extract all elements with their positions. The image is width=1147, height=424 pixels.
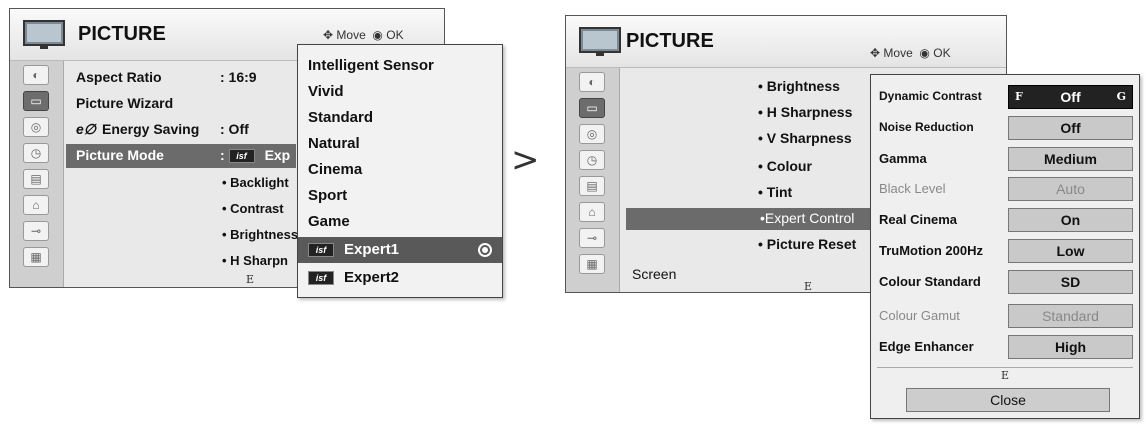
left-arrow-icon[interactable]: F	[1015, 86, 1023, 108]
menu-item-picture-wizard[interactable]: Picture Wizard	[76, 95, 173, 111]
exit-marker: E	[246, 273, 255, 286]
gamma-control[interactable]: Medium	[1008, 147, 1133, 171]
dynamic-contrast-control[interactable]: F Off G	[1008, 85, 1133, 109]
dynamic-contrast-label: Dynamic Contrast	[879, 89, 982, 103]
energy-saving-icon: e∅	[76, 121, 96, 137]
clock-icon[interactable]: ◷	[23, 143, 49, 163]
menu-item-picture-mode[interactable]: Picture Mode	[76, 147, 164, 163]
move-arrows-icon: ✥	[870, 46, 881, 60]
edge-enhancer-label: Edge Enhancer	[879, 339, 974, 354]
real-cinema-control[interactable]: On	[1008, 208, 1133, 232]
media-clapper-icon[interactable]: ▦	[23, 247, 49, 267]
lock-icon[interactable]: ⌂	[579, 202, 605, 222]
gamma-label: Gamma	[879, 151, 927, 166]
lock-icon[interactable]: ⌂	[23, 195, 49, 215]
option-game[interactable]: Game	[308, 213, 350, 230]
trumotion-label: TruMotion 200Hz	[879, 243, 984, 258]
page-title: PICTURE	[626, 30, 714, 52]
sub-item-h-sharpness[interactable]: • H Sharpn	[222, 253, 288, 268]
exit-marker: E	[804, 280, 813, 293]
menu-item-brightness[interactable]: • Brightness	[758, 78, 840, 94]
isf-icon: isf	[308, 243, 334, 258]
option-sport[interactable]: Sport	[308, 187, 347, 204]
exit-marker: E	[1001, 369, 1010, 382]
right-menu-header: PICTURE ✥ Move ◉ OK	[566, 16, 1006, 68]
menu-item-colour[interactable]: • Colour	[758, 158, 812, 174]
selected-radio-icon	[478, 243, 492, 257]
speaker-icon[interactable]: ◎	[23, 117, 49, 137]
move-hint: ✥ Move ◉ OK	[870, 46, 951, 60]
close-button[interactable]: Close	[906, 388, 1110, 412]
options-icon[interactable]: ▤	[23, 169, 49, 189]
picture-category-icon[interactable]: ▭	[23, 91, 49, 111]
noise-reduction-control[interactable]: Off	[1008, 116, 1133, 140]
option-intelligent-sensor[interactable]: Intelligent Sensor	[308, 57, 434, 74]
tv-icon	[23, 20, 65, 49]
real-cinema-label: Real Cinema	[879, 212, 958, 227]
input-plug-icon[interactable]: ⊸	[579, 228, 605, 248]
page-title: PICTURE	[78, 23, 166, 45]
colour-standard-control[interactable]: SD	[1008, 270, 1133, 294]
noise-reduction-label: Noise Reduction	[879, 120, 974, 134]
transition-arrow-icon: >	[511, 140, 540, 180]
option-expert2[interactable]: isf Expert2	[308, 269, 399, 286]
speaker-icon[interactable]: ◎	[579, 124, 605, 144]
option-vivid[interactable]: Vivid	[308, 83, 344, 100]
trumotion-control[interactable]: Low	[1008, 239, 1133, 263]
media-clapper-icon[interactable]: ▦	[579, 254, 605, 274]
move-arrows-icon: ✥	[323, 28, 334, 42]
option-expert1[interactable]: isf Expert1	[308, 241, 399, 258]
option-cinema[interactable]: Cinema	[308, 161, 362, 178]
black-level-control: Auto	[1008, 177, 1133, 201]
tv-icon	[579, 27, 621, 56]
picture-category-icon[interactable]: ▭	[579, 98, 605, 118]
panel-divider	[877, 367, 1133, 368]
colour-gamut-control: Standard	[1008, 304, 1133, 328]
isf-icon: isf	[228, 149, 255, 164]
category-sidebar: ◐ ▭ ◎ ◷ ▤ ⌂ ⊸ ▦	[566, 68, 620, 292]
isf-icon: isf	[308, 271, 334, 286]
move-hint: ✥ Move ◉ OK	[323, 28, 404, 42]
ok-icon: ◉	[372, 28, 383, 42]
option-natural[interactable]: Natural	[308, 135, 360, 152]
category-sidebar: ◐ ▭ ◎ ◷ ▤ ⌂ ⊸ ▦	[10, 61, 64, 287]
right-arrow-icon[interactable]: G	[1117, 86, 1126, 108]
sub-item-brightness[interactable]: • Brightness	[222, 227, 298, 242]
energy-saving-value: : Off	[220, 121, 249, 137]
menu-item-v-sharpness[interactable]: • V Sharpness	[758, 130, 852, 146]
menu-item-picture-reset[interactable]: • Picture Reset	[758, 236, 856, 252]
expert-control-panel: Dynamic Contrast F Off G Noise Reduction…	[870, 74, 1140, 419]
satellite-dish-icon[interactable]: ◐	[579, 72, 605, 92]
colour-standard-label: Colour Standard	[879, 274, 981, 289]
menu-item-tint[interactable]: • Tint	[758, 184, 792, 200]
aspect-ratio-value: : 16:9	[220, 69, 257, 85]
clock-icon[interactable]: ◷	[579, 150, 605, 170]
ok-icon: ◉	[919, 46, 930, 60]
menu-item-screen[interactable]: Screen	[632, 266, 676, 282]
options-icon[interactable]: ▤	[579, 176, 605, 196]
edge-enhancer-control[interactable]: High	[1008, 335, 1133, 359]
satellite-dish-icon[interactable]: ◐	[23, 65, 49, 85]
menu-item-energy-saving[interactable]: e∅ Energy Saving	[76, 121, 199, 138]
sub-item-backlight[interactable]: • Backlight	[222, 175, 289, 190]
menu-item-h-sharpness[interactable]: • H Sharpness	[758, 104, 852, 120]
picture-mode-dropdown: Intelligent Sensor Vivid Standard Natura…	[297, 44, 503, 298]
option-standard[interactable]: Standard	[308, 109, 373, 126]
black-level-label: Black Level	[879, 181, 946, 196]
input-plug-icon[interactable]: ⊸	[23, 221, 49, 241]
picture-mode-value: : isf Exp	[220, 147, 291, 164]
menu-item-expert-control[interactable]: •Expert Control	[760, 210, 854, 226]
menu-item-aspect-ratio[interactable]: Aspect Ratio	[76, 69, 162, 85]
sub-item-contrast[interactable]: • Contrast	[222, 201, 284, 216]
colour-gamut-label: Colour Gamut	[879, 308, 960, 323]
